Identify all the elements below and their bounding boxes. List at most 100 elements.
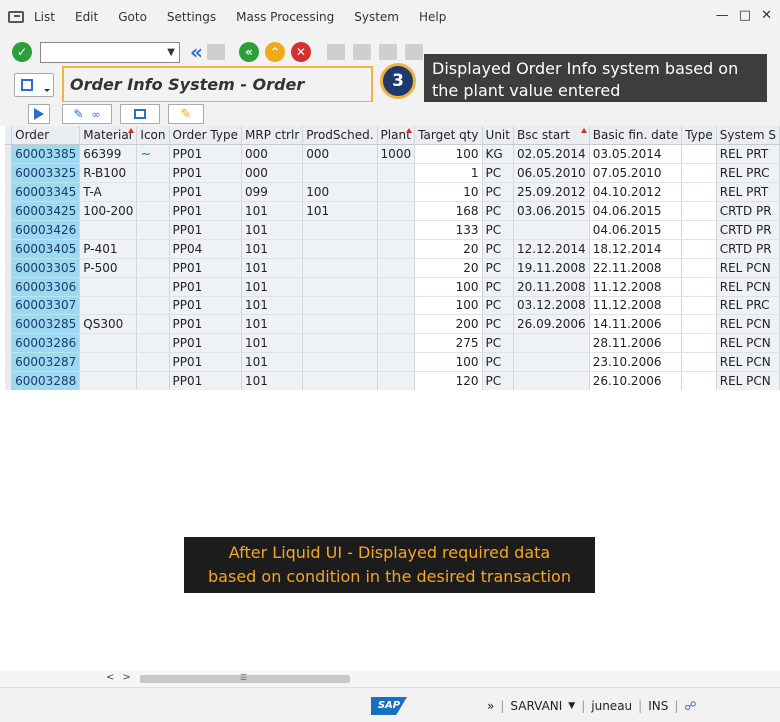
layout-menu-button[interactable] (14, 73, 54, 97)
table-cell[interactable]: 60003287 (11, 352, 81, 373)
expand-status-icon[interactable]: » (487, 699, 494, 713)
edit-details-button[interactable]: ✎ ∞ (62, 104, 112, 124)
table-cell[interactable]: 60003385 (11, 144, 81, 165)
menu-help[interactable]: Help (419, 10, 446, 24)
system-status: » | SARVANI ▼ | juneau | INS | ☍ (487, 699, 697, 713)
close-window-icon[interactable]: ✕ (761, 8, 772, 23)
lock-icon[interactable]: ☍ (684, 699, 696, 713)
row-selector-header[interactable] (5, 126, 13, 146)
table-cell[interactable]: 60003345 (11, 182, 81, 203)
table-row[interactable]: 60003426 PP01 101 133 PC 04.06.2015 CRTD PR (5, 220, 780, 240)
table-row[interactable]: 60003286 PP01 101 275 PC 28.11.2006 REL PCN (5, 333, 780, 354)
table-cell[interactable]: 60003425 (11, 201, 81, 221)
table-cell: PP01 (169, 314, 243, 335)
table-cell[interactable]: 60003288 (11, 371, 81, 390)
column-header[interactable]: Order (11, 126, 81, 146)
menu-list[interactable]: List (34, 10, 55, 24)
table-cell (681, 144, 717, 165)
table-row[interactable]: 60003305 P-500 PP01 101 20 PC 19.11.2008 22.11.… (5, 258, 780, 278)
table-cell[interactable]: 60003286 (11, 333, 81, 354)
enter-checkmark-icon[interactable]: ✓ (12, 42, 32, 62)
column-header[interactable]: System S (716, 126, 780, 146)
table-row[interactable]: 60003345 T-A PP01 099 100 10 PC 25.09.2012 04.10… (5, 182, 780, 203)
table-cell: REL PCN (716, 333, 780, 354)
highlight-button[interactable]: ✎ (168, 104, 204, 124)
column-header[interactable]: ProdSched. (302, 126, 378, 146)
maximize-icon[interactable]: □ (739, 8, 751, 23)
row-selector[interactable] (5, 258, 13, 278)
menu-system[interactable]: System (354, 10, 399, 24)
table-cell: 100 (414, 277, 483, 297)
table-row[interactable]: 60003425 100-200 PP01 101 101 168 PC 03.06.2015… (5, 201, 780, 221)
menu-mass-processing[interactable]: Mass Processing (236, 10, 334, 24)
table-cell[interactable]: 60003306 (11, 277, 81, 297)
table-cell[interactable]: 60003325 (11, 163, 81, 184)
table-cell: PC (482, 201, 514, 221)
row-selector[interactable] (5, 182, 13, 203)
table-cell (513, 371, 590, 390)
cancel-icon[interactable]: ✕ (290, 42, 311, 62)
row-selector[interactable] (5, 371, 13, 390)
table-cell: PP01 (169, 371, 243, 390)
row-selector[interactable] (5, 239, 13, 259)
chevron-down-icon[interactable]: ▼ (568, 701, 575, 711)
menu-bar: List Edit Goto Settings Mass Processing … (0, 0, 780, 34)
table-cell: 101 (241, 277, 304, 297)
chevron-down-icon[interactable]: ▼ (167, 47, 175, 58)
table-row[interactable]: 60003306 PP01 101 100 PC 20.11.2008 11.12.2008… (5, 277, 780, 297)
column-header[interactable]: Plant (377, 126, 416, 146)
table-cell: 120 (414, 371, 483, 390)
table-cell[interactable]: 60003426 (11, 220, 81, 240)
row-selector[interactable] (5, 201, 13, 221)
table-cell[interactable]: 60003305 (11, 258, 81, 278)
sap-logo: SAP (371, 697, 407, 715)
command-expand-icon[interactable]: « (190, 40, 203, 64)
page-title: Order Info System - Order Headers (62, 66, 373, 127)
table-row[interactable]: 60003285 QS300 PP01 101 200 PC 26.09.2006 14.11… (5, 314, 780, 335)
menu-goto[interactable]: Goto (118, 10, 147, 24)
column-header[interactable]: Material (79, 126, 138, 146)
row-selector[interactable] (5, 352, 13, 373)
table-row[interactable]: 60003287 PP01 101 100 PC 23.10.2006 REL PCN (5, 352, 780, 373)
table-cell (681, 163, 717, 184)
sort-indicator-icon (580, 128, 587, 133)
table-cell: PP01 (169, 220, 243, 240)
table-row[interactable]: 60003307 PP01 101 100 PC 03.12.2008 11.12.2008… (5, 296, 780, 316)
column-header[interactable]: Bsc start (513, 126, 590, 146)
table-cell[interactable]: 60003285 (11, 314, 81, 335)
row-selector[interactable] (5, 314, 13, 335)
row-selector[interactable] (5, 277, 13, 297)
layout-change-button[interactable] (120, 104, 160, 124)
row-selector[interactable] (5, 333, 13, 354)
column-header[interactable]: Unit (482, 126, 514, 146)
table-cell[interactable]: 60003405 (11, 239, 81, 259)
command-field[interactable]: ▼ (40, 41, 180, 63)
menu-settings[interactable]: Settings (167, 10, 216, 24)
status-icon-cell: ~ (136, 144, 170, 165)
menu-edit[interactable]: Edit (75, 10, 98, 24)
table-row[interactable]: 60003405 P-401 PP04 101 20 PC 12.12.2014 18.12.… (5, 239, 780, 259)
scroll-arrows-icon[interactable]: <> (106, 672, 139, 683)
row-selector[interactable] (5, 163, 13, 184)
column-header[interactable]: MRP ctrlr (241, 126, 304, 146)
column-header[interactable]: Type (681, 126, 717, 146)
horizontal-scrollbar[interactable]: <> ☰ (0, 671, 780, 687)
row-selector[interactable] (5, 296, 13, 316)
row-selector[interactable] (5, 220, 13, 240)
column-header[interactable]: Basic fin. date (589, 126, 683, 146)
row-selector[interactable] (5, 144, 13, 165)
execute-icon[interactable] (28, 104, 50, 124)
exit-icon[interactable]: ⌃ (264, 42, 285, 62)
column-header[interactable]: Target qty (414, 126, 483, 146)
print-icon (326, 44, 345, 60)
column-header[interactable]: Order Type (169, 126, 243, 146)
table-cell: PP01 (169, 144, 243, 165)
back-icon[interactable]: « (238, 42, 259, 62)
table-row[interactable]: 60003325 R-B100 PP01 000 1 PC 06.05.2010 07.05.… (5, 163, 780, 184)
table-row[interactable]: 60003288 PP01 101 120 PC 26.10.2006 REL PCN (5, 371, 780, 390)
app-menu-icon[interactable] (8, 11, 24, 23)
table-cell[interactable]: 60003307 (11, 296, 81, 316)
minimize-icon[interactable]: — (716, 8, 729, 23)
table-row[interactable]: 60003385 66399 ~ PP01 000 000 1000 100 KG 02.05.2… (5, 144, 780, 165)
column-header[interactable]: Icon (136, 126, 170, 146)
